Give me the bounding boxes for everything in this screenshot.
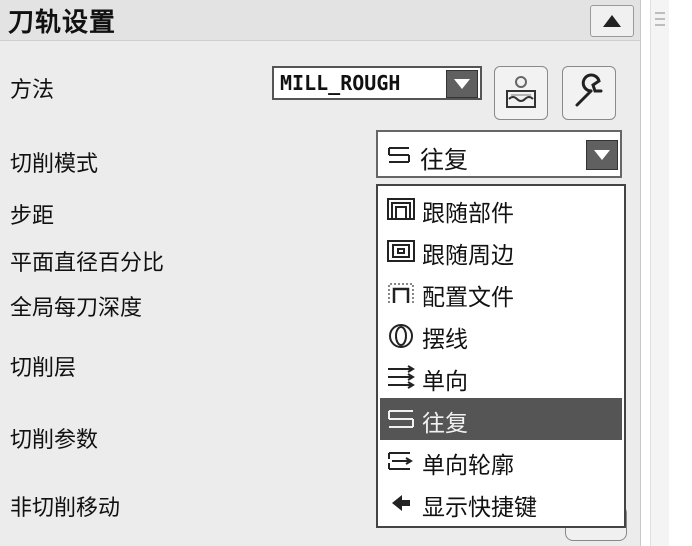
panel-title: 刀轨设置 — [8, 8, 117, 38]
method-select[interactable]: MILL_ROUGH — [272, 66, 482, 100]
trochoidal-icon — [389, 324, 413, 348]
option-profile[interactable]: 配置文件 — [380, 272, 622, 314]
cut-pattern-value: 往复 — [420, 146, 468, 174]
profile-icon — [388, 283, 414, 303]
zig-with-contour-icon — [388, 452, 413, 470]
edit-method-button[interactable] — [562, 66, 616, 120]
zig-zag-icon — [388, 147, 410, 163]
collapse-button[interactable] — [590, 5, 634, 37]
zig-icon — [388, 365, 415, 389]
option-follow-part[interactable]: 跟随部件 — [380, 188, 622, 230]
create-method-button[interactable] — [494, 66, 548, 120]
follow-part-icon — [387, 198, 415, 220]
scroll-grip[interactable] — [655, 8, 665, 38]
option-zig[interactable]: 单向 — [380, 356, 622, 398]
global-depth-label: 全局每刀深度 — [10, 296, 143, 321]
method-label: 方法 — [10, 78, 55, 103]
panel-header[interactable]: 刀轨设置 — [0, 0, 640, 41]
follow-periphery-icon — [387, 240, 415, 262]
percent-flat-diameter-label: 平面直径百分比 — [10, 251, 165, 276]
option-show-shortcuts[interactable]: 显示快捷键 — [380, 482, 622, 524]
option-zig-zag[interactable]: 往复 — [380, 398, 622, 440]
cutting-params-label[interactable]: 切削参数 — [10, 422, 98, 454]
arrow-left-icon — [392, 495, 410, 511]
chevron-down-icon[interactable] — [446, 70, 478, 98]
option-follow-periphery[interactable]: 跟随周边 — [380, 230, 622, 272]
chevron-up-icon — [603, 15, 621, 27]
option-zig-with-contour[interactable]: 单向轮廓 — [380, 440, 622, 482]
cut-pattern-select[interactable]: 往复 — [376, 130, 622, 178]
non-cutting-moves-label[interactable]: 非切削移动 — [10, 490, 120, 522]
method-value: MILL_ROUGH — [280, 71, 401, 95]
stepover-label: 步距 — [10, 204, 55, 229]
wrench-icon — [575, 73, 603, 107]
machining-method-icon — [506, 76, 536, 108]
option-trochoidal[interactable]: 摆线 — [380, 314, 622, 356]
cut-pattern-label: 切削模式 — [10, 152, 99, 177]
cut-levels-label[interactable]: 切削层 — [10, 350, 76, 382]
zig-zag-icon — [388, 410, 414, 428]
toolpath-settings-panel: 刀轨设置 方法 MILL_ROUGH 切削模式 往复 步距 平面直径百分比 全局… — [0, 0, 641, 546]
panel-scrollbar[interactable] — [650, 0, 669, 546]
chevron-down-icon[interactable] — [586, 140, 618, 170]
cut-pattern-dropdown: 跟随部件 跟随周边 配置文件 摆线 单向 往复 单向轮廓 显示快捷键 — [376, 184, 626, 528]
